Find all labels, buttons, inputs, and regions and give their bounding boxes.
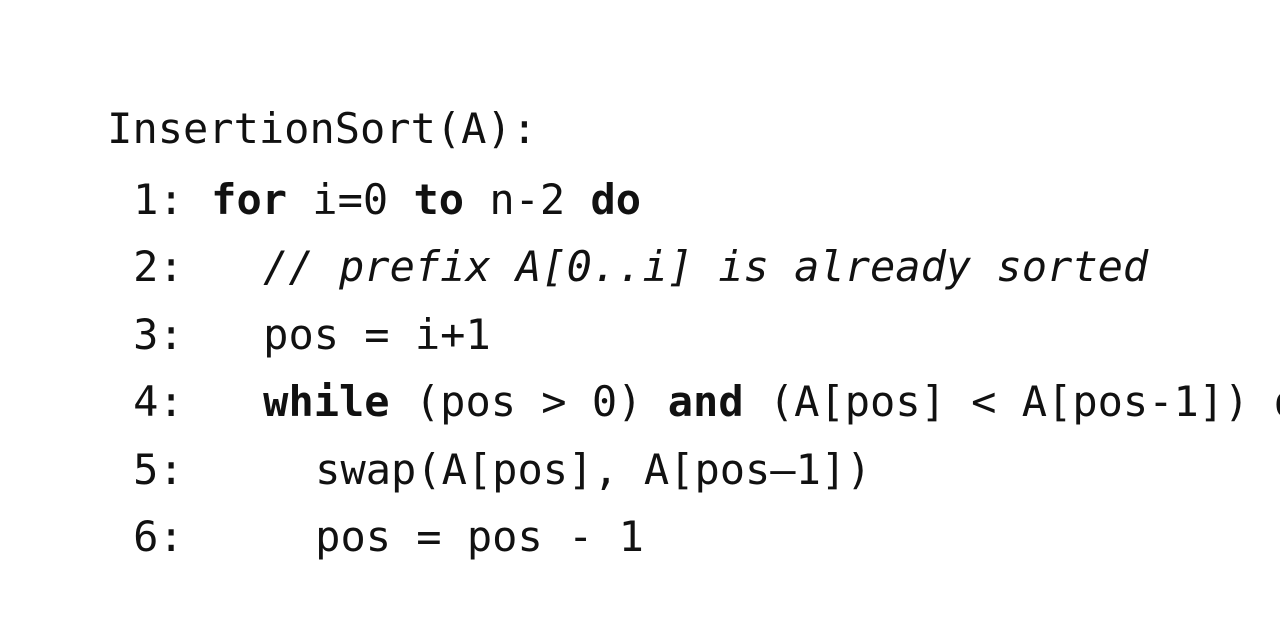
code-text: pos = pos - 1 [315, 512, 644, 561]
line-number: 6: [133, 512, 184, 561]
code-line-3: 3: pos = i+1 [6, 233, 1276, 359]
code-line-6: 6: pos = pos - 1 [6, 436, 1276, 561]
code-line-1: 1: for i=0 to n-2 do [6, 98, 1276, 224]
pseudocode-block: InsertionSort(A): 1: for i=0 to n-2 do 2:… [6, 36, 1280, 561]
function-signature: InsertionSort(A): [6, 36, 1276, 153]
code-line-2: 2:// prefix A[0..i] is already sorted [6, 166, 1276, 291]
code-line-5: 5: swap(A[pos], A[pos–1]) [6, 368, 1276, 494]
code-line-4: 4: while (pos > 0) and (A[pos] < A[pos-1]… [6, 301, 1280, 426]
